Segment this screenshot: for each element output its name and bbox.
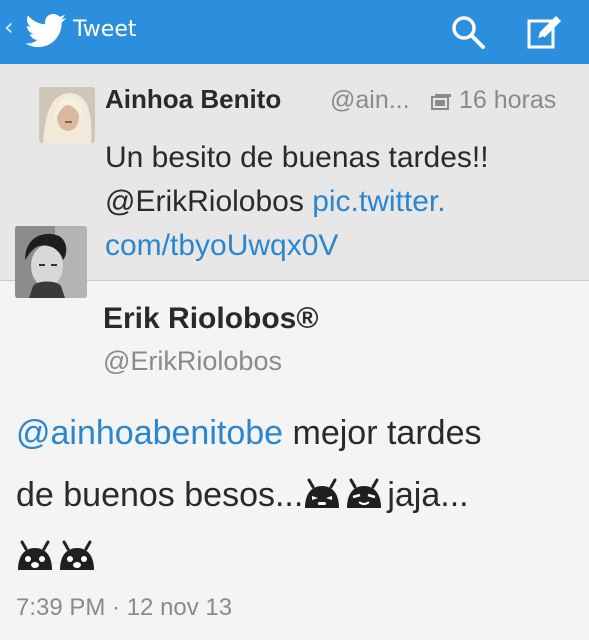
mention-link[interactable]: @ErikRiolobos [105,185,304,218]
avatar[interactable] [15,226,87,298]
author-name[interactable]: Ainhoa Benito [105,84,281,115]
mention-link[interactable]: @ainhoabenitobe [16,414,283,452]
media-link-continued[interactable]: com/tbyoUwqx0V [105,224,575,268]
tweet-text: Un besito de buenas tardes!! @ErikRiolob… [105,136,575,268]
tweet-text-line: Un besito de buenas tardes!! [105,141,489,174]
author-handle[interactable]: @ain... [330,86,410,115]
android-face-emoji-icon [60,540,94,570]
android-face-emoji-icon [305,478,340,508]
action-bar: ‹ Tweet [0,0,589,64]
author-name[interactable]: Erik Riolobos® [103,302,318,336]
screen-title: Tweet [73,17,137,42]
chevron-left-icon[interactable]: ‹ [4,13,14,41]
search-icon[interactable] [448,12,488,52]
tweet-text-line [16,526,576,588]
avatar[interactable] [39,87,95,143]
android-face-emoji-icon [18,540,52,570]
tweet-text-line: @ErikRiolobos pic.twitter. [105,180,575,224]
tweet-text-line: de buenos besos... jaja... [16,464,576,526]
android-face-emoji-icon [347,478,382,508]
tweet-text-fragment: jaja... [387,476,469,514]
tweet-timestamp: 7:39 PM · 12 nov 13 [16,594,233,621]
tweet-text: @ainhoabenitobe mejor tardes de buenos b… [16,402,576,588]
original-tweet[interactable]: Ainhoa Benito @ain... 16 horas Un besito… [0,64,589,281]
media-icon [431,94,451,110]
tweet-text-fragment: mejor tardes [283,414,482,452]
tweet-text-line: @ainhoabenitobe mejor tardes [16,402,576,464]
twitter-bird-icon[interactable] [24,14,68,50]
tweet-text-fragment: de buenos besos... [16,476,304,514]
compose-icon[interactable] [524,12,564,52]
media-link[interactable]: pic.twitter. [312,185,445,218]
tweet-time: 16 horas [459,86,557,114]
author-handle[interactable]: @ErikRiolobos [103,346,282,377]
